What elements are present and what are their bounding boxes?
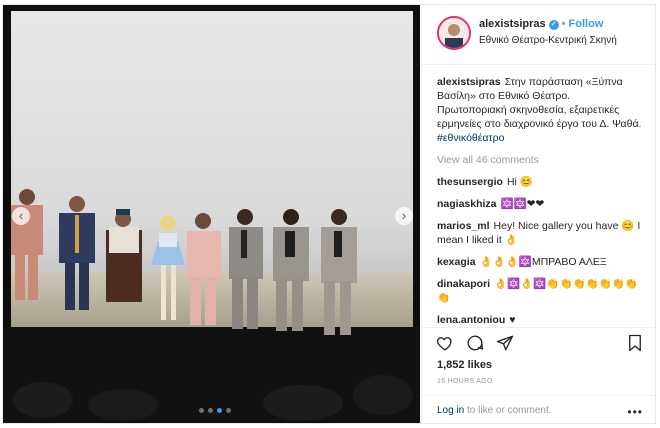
carousel-prev-button[interactable]: ‹ (12, 207, 30, 225)
header-username-row: alexistsipras ✓ • Follow (479, 18, 603, 30)
login-bar: Log in to like or comment. ••• (422, 395, 655, 423)
carousel-indicator (199, 408, 231, 413)
comment-text: 👌👌👌🔯ΜΠΡΑΒΟ ΑΛΕΞ (479, 256, 607, 268)
chevron-right-icon: › (401, 208, 407, 223)
comment-username[interactable]: thesunsergio (437, 176, 503, 188)
location-link[interactable]: Εθνικό Θέατρο-Κεντρική Σκηνή (479, 35, 617, 46)
comment-username[interactable]: dinakapori (437, 278, 490, 290)
carousel-dot (199, 408, 204, 413)
comment-username[interactable]: lena.antoniou (437, 314, 505, 326)
comment-row: kexagia 👌👌👌🔯ΜΠΡΑΒΟ ΑΛΕΞ (437, 255, 642, 269)
carousel-next-button[interactable]: › (395, 207, 413, 225)
login-prompt: Log in to like or comment. (437, 405, 552, 416)
comment-rows: thesunsergio Hi 😊 nagiaskhiza 🔯🔯❤❤ marios_ml… (437, 175, 642, 327)
follow-button[interactable]: Follow (569, 18, 604, 30)
comment-row: dinakapori 👌🔯👌🔯👏👏👏👏👏👏👏👏 (437, 277, 642, 305)
comments-list: alexistsipras Στην παράσταση «Ξύπνα Βασίλ… (422, 65, 655, 327)
hashtag-link[interactable]: #εθνικόθέατρο (437, 132, 504, 144)
comment-text: ♥ (509, 314, 516, 326)
comment-row: thesunsergio Hi 😊 (437, 175, 642, 189)
avatar[interactable] (437, 16, 471, 50)
caption-username[interactable]: alexistsipras (437, 76, 501, 88)
login-suffix: to like or comment. (464, 405, 552, 416)
post-actions: 1,852 likes 16 HOURS AGO Log in to like … (422, 327, 655, 423)
instagram-post: ‹ › alexistsipras ✓ • Follow Εθνικό Θέατρο-… (2, 4, 656, 424)
comment-row: nagiaskhiza 🔯🔯❤❤ (437, 197, 642, 211)
carousel-dot (217, 408, 222, 413)
chevron-left-icon: ‹ (18, 208, 24, 223)
action-icons (436, 334, 514, 352)
comment-text: Hi 😊 (506, 176, 533, 188)
post-timestamp: 16 HOURS AGO (437, 378, 493, 385)
login-link[interactable]: Log in (437, 405, 464, 416)
likes-count[interactable]: 1,852 likes (437, 359, 492, 371)
bookmark-icon[interactable] (627, 334, 643, 352)
carousel-dot (226, 408, 231, 413)
caption: alexistsipras Στην παράσταση «Ξύπνα Βασίλ… (437, 75, 642, 145)
verified-badge-icon: ✓ (548, 20, 559, 30)
comment-username[interactable]: marios_ml (437, 220, 490, 232)
post-header: alexistsipras ✓ • Follow Εθνικό Θέατρο-Κεντ… (422, 5, 655, 65)
comment-icon[interactable] (466, 334, 484, 352)
post-photo[interactable]: ‹ › (3, 5, 420, 423)
post-sidebar: alexistsipras ✓ • Follow Εθνικό Θέατρο-Κεντ… (421, 5, 655, 423)
heart-icon[interactable] (436, 334, 454, 352)
comment-row: lena.antoniou ♥ (437, 313, 642, 327)
more-options-icon[interactable]: ••• (627, 405, 643, 419)
comment-username[interactable]: nagiaskhiza (437, 198, 497, 210)
carousel-dot (208, 408, 213, 413)
comment-username[interactable]: kexagia (437, 256, 476, 268)
avatar-image (439, 18, 469, 48)
separator: • (561, 18, 566, 30)
stage-photo-illustration (3, 5, 420, 423)
view-all-comments-link[interactable]: View all 46 comments (437, 153, 642, 167)
share-icon[interactable] (496, 334, 514, 352)
header-username[interactable]: alexistsipras (479, 18, 546, 30)
comment-text: 🔯🔯❤❤ (500, 198, 545, 210)
comment-row: marios_ml Hey! Nice gallery you have 😊 I … (437, 219, 642, 247)
